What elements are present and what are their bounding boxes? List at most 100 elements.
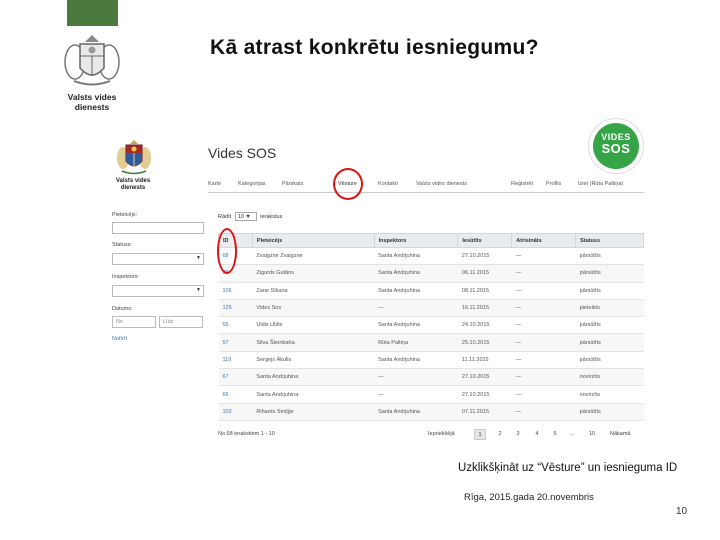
cell-atrisinats: —	[511, 316, 576, 335]
nav-item-profils[interactable]: Profils	[546, 181, 561, 187]
col-header-iesutits[interactable]: Iesūtīts	[457, 233, 513, 248]
cell-pieteicejs: Zigurds Gutāns	[252, 264, 375, 283]
cell-inspektors: Santa Andrjuhina	[374, 264, 458, 283]
vides-sos-logo[interactable]: VIDES SOS	[588, 118, 644, 174]
cell-pieteicejs: Vides Sos	[252, 299, 375, 318]
table-row[interactable]: 67 Santa Andrjuhina —27.10.2015— novirzīts	[218, 368, 644, 387]
cell-inspektors: —	[374, 299, 458, 318]
cell-id[interactable]: 106	[218, 282, 253, 300]
table-row[interactable]: 102 Rihards Smiļģe Santa Andrjuhina 07.11.2…	[218, 403, 644, 421]
inspector-select[interactable]: ▼	[112, 285, 204, 297]
rows-per-page-control: Rādīt 10 ▼ ierakstus	[218, 212, 282, 221]
date-from-input[interactable]: No	[112, 316, 156, 328]
cell-inspektors: Santa Andrjuhina	[374, 316, 458, 335]
cell-inspektors: Rūta Paltiņa	[374, 333, 458, 352]
table-row[interactable]: 66 Santa Andrjuhina —27.10.2015— novirzīts	[218, 385, 644, 404]
vides-sos-badge: VIDES SOS	[593, 123, 639, 169]
highlight-circle-id	[217, 228, 237, 274]
col-header-pieteicejs[interactable]: Pieteicējs	[251, 233, 375, 248]
col-header-atrisinats[interactable]: Atrisināts	[511, 233, 577, 248]
rows-suffix: ierakstus	[260, 213, 283, 220]
cell-id[interactable]: 57	[218, 333, 253, 352]
table-row[interactable]: 57 Silva Šteinbaha Rūta Paltiņa 25.10.2015—…	[218, 333, 644, 352]
cell-iesutits: 27.10.2015	[457, 385, 512, 404]
cell-statuss: pieteikts	[575, 299, 644, 318]
pagination-page[interactable]: 10	[586, 429, 598, 440]
cell-atrisinats: —	[511, 247, 576, 266]
pagination-next[interactable]: Nākamā	[610, 429, 630, 440]
nav-item-vvd[interactable]: Valsts vides dienests	[416, 181, 467, 187]
cell-iesutits: 25.10.2015	[457, 333, 512, 352]
cell-inspektors: Santa Andrjuhina	[374, 351, 458, 370]
slide-title: Kā atrast konkrētu iesniegumu?	[210, 36, 539, 59]
cell-id[interactable]: 66	[218, 385, 253, 404]
table-header-row: ID Pieteicējs Inspektors Iesūtīts Atrisi…	[218, 233, 644, 248]
cell-iesutits: 24.10.2015	[457, 316, 512, 335]
cell-id[interactable]: 119	[218, 351, 253, 370]
org-name: Valsts vides dienests	[52, 92, 132, 112]
nav-item-iziet[interactable]: Iziet (Rūta Paltiņa)	[578, 181, 623, 187]
cell-inspektors: Santa Andrjuhina	[374, 403, 458, 421]
clear-filters-link[interactable]: Notīrīt	[112, 336, 127, 342]
filter-label-datums: Datums:	[112, 306, 133, 312]
filter-label-statuss: Statuss:	[112, 242, 132, 248]
pagination-page[interactable]: 2	[494, 429, 506, 440]
cell-atrisinats: —	[511, 264, 576, 283]
cell-statuss: pārsūtīts	[575, 316, 644, 335]
table-row[interactable]: 119 Sergejs Ākulis Santa Andrjuhina 11.11.2…	[218, 351, 644, 370]
pagination-prev[interactable]: Iepriekšējā	[428, 429, 455, 440]
nav-item-kategorijas[interactable]: Kategorijas	[238, 181, 266, 187]
table-row[interactable]: 69 Zigurds Gutāns Santa Andrjuhina 06.11.20…	[218, 264, 644, 283]
cell-id[interactable]: 55	[218, 316, 253, 335]
cell-iesutits: 08.11.2015	[457, 282, 512, 300]
submissions-table: ID Pieteicējs Inspektors Iesūtīts Atrisi…	[218, 233, 644, 421]
cell-id[interactable]: 102	[218, 403, 253, 421]
table-row[interactable]: 55 Uldis Uldis Santa Andrjuhina 24.10.2015—…	[218, 316, 644, 335]
table-row[interactable]: 68 Zvaigzne Zvaigzne Santa Andrjuhina 27.10…	[218, 247, 644, 266]
filter-label-inspektors: Inspektors:	[112, 274, 139, 280]
org-name-line1: Valsts vides	[67, 92, 117, 102]
pagination-page[interactable]: 1	[474, 429, 486, 440]
highlight-circle-vesture	[333, 168, 363, 200]
cell-inspektors: —	[374, 385, 458, 404]
cell-atrisinats: —	[511, 333, 576, 352]
date-to-input[interactable]: Līdz	[159, 316, 203, 328]
table-row[interactable]: 106 Zane Sīkana Santa Andrjuhina 08.11.2015…	[218, 282, 644, 300]
col-header-inspektors[interactable]: Inspektors	[373, 233, 459, 248]
pagination-page[interactable]: 4	[531, 429, 543, 440]
cell-pieteicejs: Silva Šteinbaha	[252, 333, 375, 352]
cell-iesutits: 06.11.2015	[457, 264, 512, 283]
table-row[interactable]: 125 Vides Sos —16.11.2015— pieteikts	[218, 299, 644, 318]
cell-iesutits: 07.11.2015	[457, 403, 512, 421]
app-screenshot: Valsts vides dienests Vides SOS VIDES SO…	[108, 110, 648, 445]
cell-pieteicejs: Sergejs Ākulis	[252, 351, 375, 370]
cell-id[interactable]: 67	[218, 368, 253, 387]
cell-iesutits: 16.11.2015	[457, 299, 512, 318]
cell-atrisinats: —	[511, 282, 576, 300]
nav-item-parskats[interactable]: Pārskats	[282, 181, 303, 187]
col-header-statuss[interactable]: Statuss	[575, 233, 644, 248]
nav-item-kontakti[interactable]: Kontakti	[378, 181, 398, 187]
app-title: Vides SOS	[208, 145, 277, 161]
cell-id[interactable]: 125	[218, 299, 253, 318]
nav-item-karte[interactable]: Karte	[208, 181, 221, 187]
rows-per-page-select[interactable]: 10 ▼	[234, 212, 257, 221]
nav-item-registret[interactable]: Reģistrēt	[511, 181, 533, 187]
status-select[interactable]: ▼	[112, 253, 204, 265]
cell-atrisinats: —	[511, 351, 576, 370]
cell-pieteicejs: Uldis Uldis	[252, 316, 375, 335]
cell-statuss: novirzīts	[575, 385, 644, 404]
rows-value: 10	[237, 214, 244, 220]
cell-iesutits: 27.10.2015	[457, 247, 512, 266]
app-coat-of-arms-icon	[117, 140, 151, 175]
pagination-page[interactable]: 5	[549, 429, 561, 440]
cell-statuss: pārsūtīts	[575, 264, 644, 283]
pieteicejs-input[interactable]	[112, 222, 204, 234]
rows-prefix: Rādīt	[218, 213, 232, 220]
app-org-name: Valsts vides dienests	[108, 178, 158, 192]
cell-atrisinats: —	[511, 403, 576, 421]
app-org-line2: dienests	[120, 185, 146, 191]
cell-atrisinats: —	[511, 385, 576, 404]
pagination-page[interactable]: 3	[512, 429, 524, 440]
cell-atrisinats: —	[511, 368, 576, 387]
